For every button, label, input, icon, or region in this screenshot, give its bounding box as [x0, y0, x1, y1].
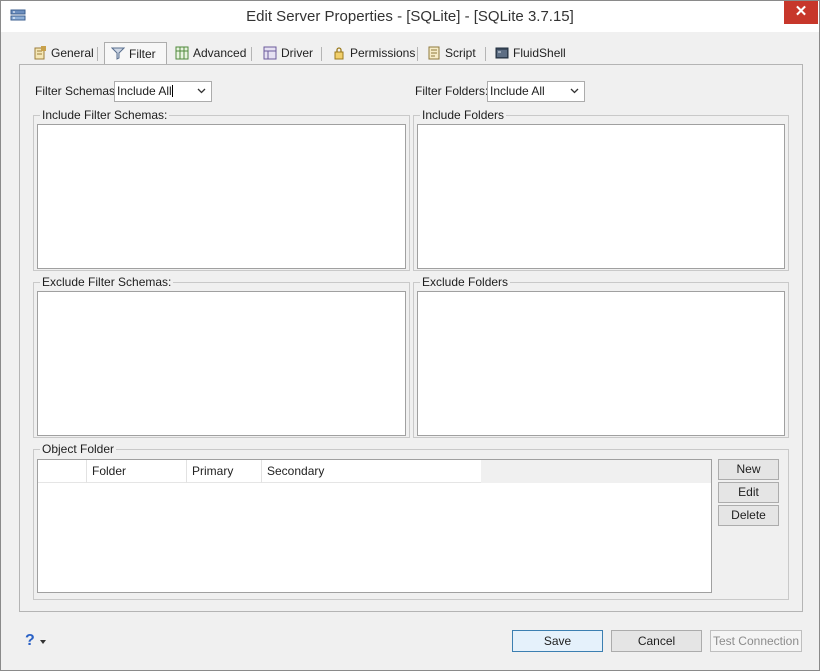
edit-button[interactable]: Edit [718, 482, 779, 503]
table-header-filler [481, 460, 711, 483]
include-folders-title: Include Folders [420, 108, 507, 122]
permissions-icon [334, 47, 344, 60]
object-folder-table[interactable]: Folder Primary Secondary [37, 459, 712, 593]
include-folders-list[interactable] [417, 124, 785, 269]
filter-schemas-value: Include All [117, 84, 172, 98]
tab-filter[interactable]: Filter [104, 42, 167, 66]
object-folder-group: Object Folder Folder Primary Secondary N… [33, 442, 789, 600]
filter-icon [111, 47, 125, 60]
tab-label: Filter [129, 47, 156, 61]
column-header-folder[interactable]: Folder [87, 460, 187, 483]
new-button[interactable]: New [718, 459, 779, 480]
exclude-schemas-list[interactable] [37, 291, 406, 436]
tab-advanced[interactable]: Advanced [169, 43, 246, 65]
script-icon [428, 46, 440, 60]
column-header-primary[interactable]: Primary [187, 460, 262, 483]
filter-schemas-select[interactable]: Include All [114, 81, 212, 102]
exclude-folders-group: Exclude Folders [413, 275, 789, 438]
column-header-secondary[interactable]: Secondary [262, 460, 481, 483]
tab-separator [485, 47, 486, 61]
tab-separator [251, 47, 252, 61]
tab-separator [97, 47, 98, 61]
close-button[interactable]: ✕ [784, 1, 818, 24]
tab-label: Permissions [350, 46, 416, 60]
test-connection-button[interactable]: Test Connection [710, 630, 802, 652]
include-folders-group: Include Folders [413, 108, 789, 271]
dropdown-caret-icon[interactable] [40, 640, 46, 644]
help-button[interactable]: ? [25, 632, 35, 650]
exclude-folders-title: Exclude Folders [420, 275, 511, 289]
include-schemas-group: Include Filter Schemas: [33, 108, 410, 271]
tab-label: Script [445, 46, 476, 60]
text-caret [171, 85, 173, 97]
chevron-down-icon [197, 88, 206, 94]
tab-script[interactable]: Script [421, 43, 476, 65]
filter-folders-value: Include All [490, 84, 545, 98]
object-folder-title: Object Folder [40, 442, 117, 456]
tab-label: FluidShell [513, 46, 566, 60]
delete-button[interactable]: Delete [718, 505, 779, 526]
tab-separator [321, 47, 322, 61]
title-bar[interactable]: Edit Server Properties - [SQLite] - [SQL… [1, 1, 819, 32]
advanced-icon [175, 46, 189, 60]
fluidshell-icon [495, 47, 509, 59]
tab-fluidshell[interactable]: FluidShell [489, 43, 566, 65]
tab-general[interactable]: General [27, 43, 94, 65]
window-title: Edit Server Properties - [SQLite] - [SQL… [246, 8, 574, 25]
tab-separator [417, 47, 418, 61]
tab-label: General [51, 46, 94, 60]
tab-label: Advanced [193, 46, 247, 60]
filter-schemas-label: Filter Schemas: [35, 84, 119, 98]
dialog-window: Edit Server Properties - [SQLite] - [SQL… [0, 0, 820, 671]
filter-panel: Filter Schemas: Include All Filter Folde… [19, 64, 803, 612]
column-header-select[interactable] [38, 460, 87, 483]
chevron-down-icon [570, 88, 579, 94]
table-header: Folder Primary Secondary [38, 460, 481, 483]
save-button[interactable]: Save [512, 630, 603, 652]
include-schemas-title: Include Filter Schemas: [40, 108, 170, 122]
driver-icon [263, 46, 277, 60]
tab-driver[interactable]: Driver [257, 43, 313, 65]
tab-permissions[interactable]: Permissions [326, 43, 415, 65]
tab-label: Driver [281, 46, 313, 60]
exclude-folders-list[interactable] [417, 291, 785, 436]
exclude-schemas-title: Exclude Filter Schemas: [40, 275, 174, 289]
exclude-schemas-group: Exclude Filter Schemas: [33, 275, 410, 438]
include-schemas-list[interactable] [37, 124, 406, 269]
filter-folders-select[interactable]: Include All [487, 81, 585, 102]
filter-folders-label: Filter Folders: [415, 84, 489, 98]
general-icon [34, 46, 46, 60]
cancel-button[interactable]: Cancel [611, 630, 702, 652]
